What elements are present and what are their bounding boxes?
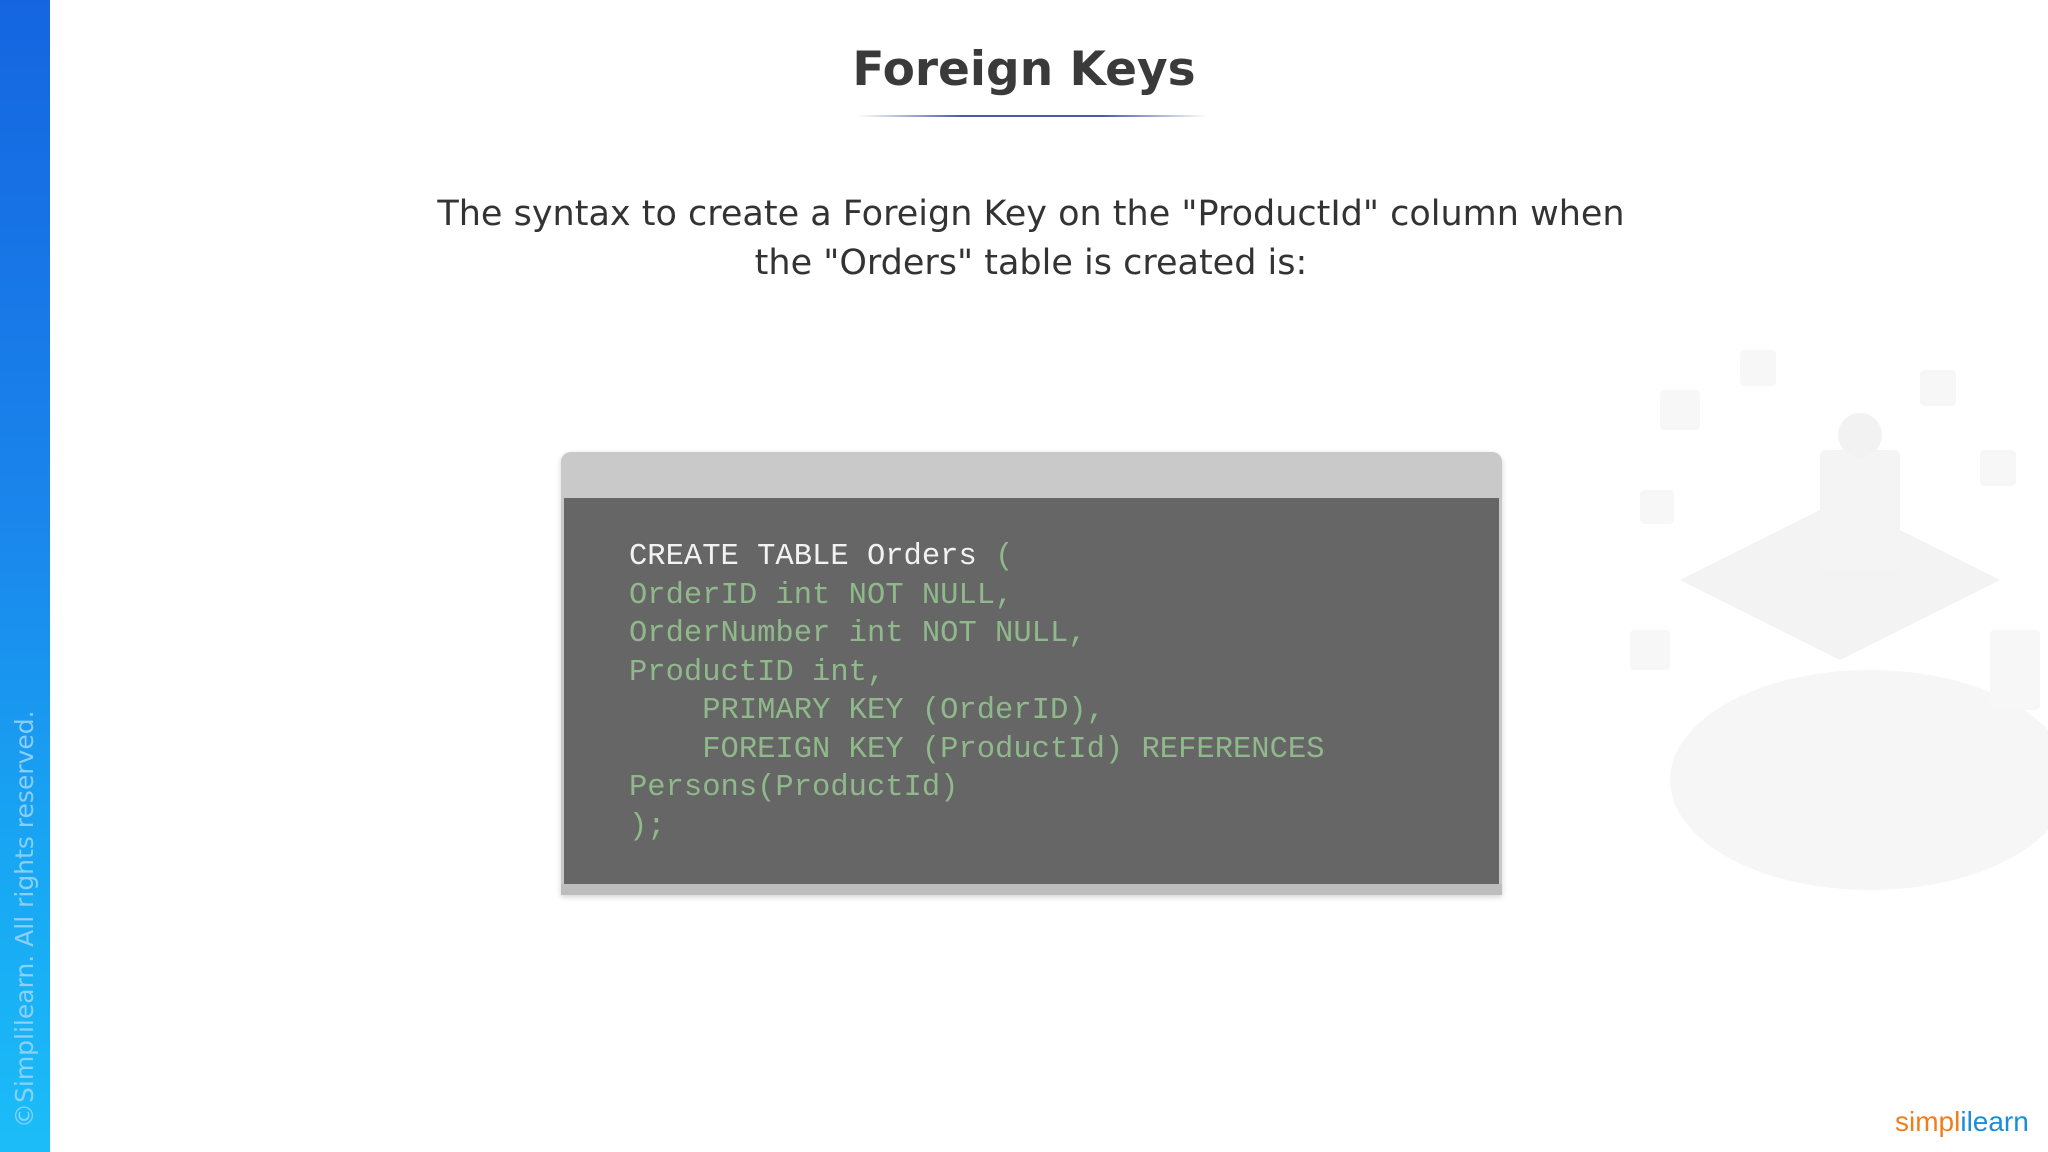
- code-line-1: CREATE TABLE Orders (: [629, 538, 1325, 577]
- code-window-bottom-bar: [561, 884, 1502, 895]
- code-line-5: PRIMARY KEY (OrderID),: [629, 694, 1105, 728]
- code-open-paren: (: [976, 540, 1014, 574]
- code-window-titlebar: [561, 452, 1502, 498]
- title-underline: [857, 115, 1207, 117]
- logo-part-blue: ilearn: [1960, 1106, 2029, 1137]
- intro-text: The syntax to create a Foreign Key on th…: [437, 194, 1625, 283]
- copyright-text: ©Simplilearn. All rights reserved.: [10, 710, 39, 1128]
- logo-part-orange: simpl: [1895, 1106, 1961, 1137]
- code-lines: CREATE TABLE Orders (OrderID int NOT NUL…: [629, 538, 1325, 846]
- code-line-8: );: [629, 809, 666, 844]
- code-keyword: CREATE TABLE Orders: [629, 540, 977, 574]
- code-line-7: Persons(ProductId): [629, 771, 959, 805]
- background-illustration: [1630, 350, 2048, 890]
- code-line-6: FOREIGN KEY (ProductId) REFERENCES: [629, 732, 1325, 767]
- code-line-4: ProductID int,: [629, 655, 886, 690]
- code-block: CREATE TABLE Orders (OrderID int NOT NUL…: [564, 498, 1499, 884]
- code-window: CREATE TABLE Orders (OrderID int NOT NUL…: [561, 452, 1502, 895]
- slide-title: Foreign Keys: [852, 42, 1196, 97]
- code-line-2: OrderID int NOT NULL,: [629, 578, 1014, 613]
- code-line-3: OrderNumber int NOT NULL,: [629, 617, 1087, 651]
- simplilearn-logo: simplilearn: [1895, 1106, 2029, 1138]
